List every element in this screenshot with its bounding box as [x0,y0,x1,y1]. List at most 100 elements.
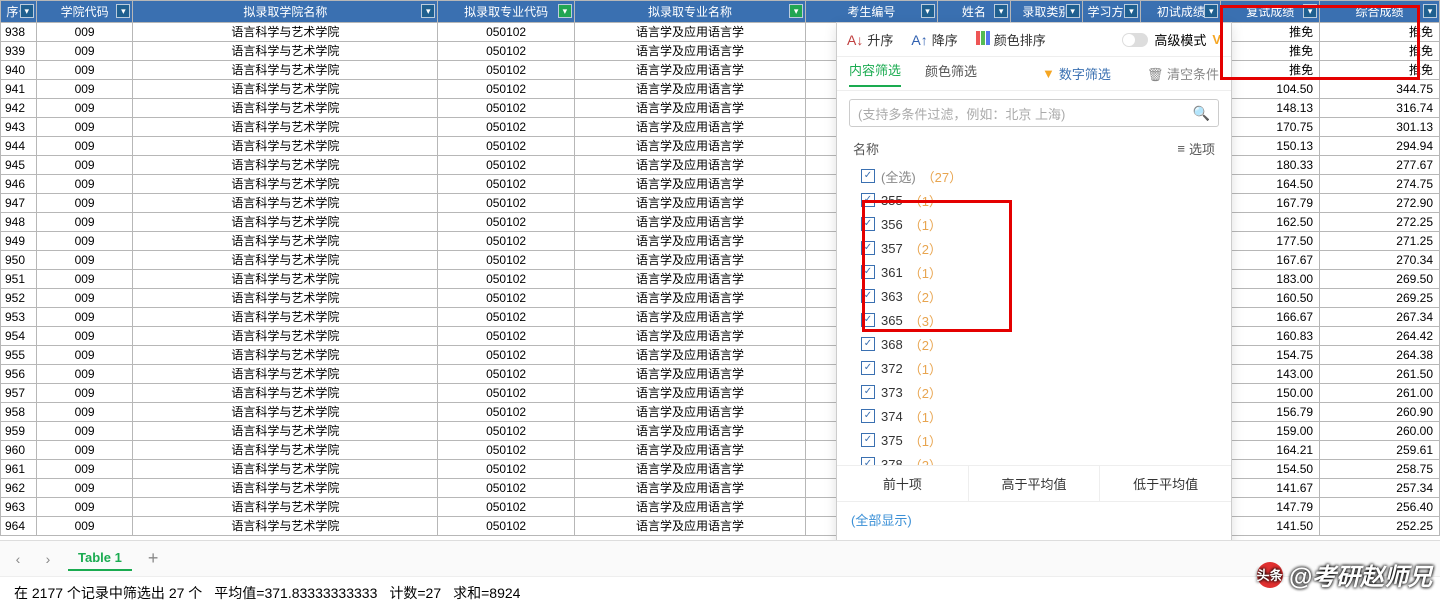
filter-icon[interactable]: ▾ [921,4,935,18]
sort-desc-button[interactable]: A↑ 降序 [911,30,957,49]
tab-color-filter[interactable]: 颜色筛选 [925,61,977,86]
filter-value-item[interactable]: ✓373（2） [861,380,1231,404]
col-header-seq[interactable]: 序号▾ [1,1,37,23]
advanced-mode-toggle[interactable] [1122,33,1148,47]
tab-nav-prev[interactable]: ‹ [8,551,28,567]
cell[interactable]: 语言学及应用语言学 [574,384,805,403]
cell[interactable]: 272.25 [1320,213,1440,232]
filter-value-item[interactable]: ✓374（1） [861,404,1231,428]
filter-value-item[interactable]: ✓(全选)（27） [861,164,1231,188]
cell[interactable]: 009 [36,479,133,498]
tab-nav-next[interactable]: › [38,551,58,567]
checkbox-icon[interactable]: ✓ [861,409,875,423]
cell[interactable]: 009 [36,175,133,194]
cell[interactable]: 264.42 [1320,327,1440,346]
cell[interactable]: 推免 [1320,61,1440,80]
cell[interactable]: 语言科学与艺术学院 [133,23,438,42]
cell[interactable]: 009 [36,23,133,42]
cell[interactable]: 148.13 [1221,99,1320,118]
filter-icon[interactable]: ▾ [20,4,34,18]
cell[interactable]: 009 [36,251,133,270]
cell[interactable]: 951 [1,270,37,289]
cell[interactable]: 294.94 [1320,137,1440,156]
cell[interactable]: 050102 [438,365,575,384]
cell[interactable]: 150.13 [1221,137,1320,156]
cell[interactable]: 959 [1,422,37,441]
cell[interactable]: 语言科学与艺术学院 [133,42,438,61]
cell[interactable]: 050102 [438,327,575,346]
cell[interactable]: 009 [36,289,133,308]
cell[interactable]: 009 [36,498,133,517]
tab-content-filter[interactable]: 内容筛选 [849,60,901,87]
col-header-admission-type[interactable]: 录取类别▾ [1011,1,1082,23]
filter-value-item[interactable]: ✓375（1） [861,428,1231,452]
cell[interactable]: 256.40 [1320,498,1440,517]
cell[interactable]: 语言科学与艺术学院 [133,365,438,384]
sort-asc-button[interactable]: A↓ 升序 [847,30,893,49]
cell[interactable]: 语言科学与艺术学院 [133,422,438,441]
cell[interactable]: 946 [1,175,37,194]
cell[interactable]: 170.75 [1221,118,1320,137]
filter-icon[interactable]: ▾ [116,4,130,18]
cell[interactable]: 050102 [438,346,575,365]
col-header-composite-score[interactable]: 综合成绩▾ [1320,1,1440,23]
cell[interactable]: 语言学及应用语言学 [574,403,805,422]
filter-value-item[interactable]: ✓372（1） [861,356,1231,380]
cell[interactable]: 143.00 [1221,365,1320,384]
checkbox-icon[interactable]: ✓ [861,289,875,303]
cell[interactable]: 050102 [438,232,575,251]
checkbox-icon[interactable]: ✓ [861,433,875,447]
add-sheet-button[interactable]: + [142,548,165,569]
filter-value-item[interactable]: ✓368（2） [861,332,1231,356]
cell[interactable]: 009 [36,232,133,251]
cell[interactable]: 语言学及应用语言学 [574,23,805,42]
cell[interactable]: 938 [1,23,37,42]
cell[interactable]: 955 [1,346,37,365]
cell[interactable]: 语言科学与艺术学院 [133,175,438,194]
cell[interactable]: 语言学及应用语言学 [574,118,805,137]
filter-value-item[interactable]: ✓357（2） [861,236,1231,260]
filter-icon[interactable]: ▾ [994,4,1008,18]
sheet-tab[interactable]: Table 1 [68,546,132,571]
cell[interactable]: 252.25 [1320,517,1440,536]
cell[interactable]: 167.79 [1221,194,1320,213]
cell[interactable]: 语言学及应用语言学 [574,289,805,308]
cell[interactable]: 语言科学与艺术学院 [133,194,438,213]
cell[interactable]: 050102 [438,61,575,80]
cell[interactable]: 948 [1,213,37,232]
cell[interactable]: 009 [36,80,133,99]
cell[interactable]: 947 [1,194,37,213]
checkbox-icon[interactable]: ✓ [861,457,875,465]
cell[interactable]: 344.75 [1320,80,1440,99]
checkbox-icon[interactable]: ✓ [861,169,875,183]
clear-conditions-button[interactable]: 🗑 清空条件 [1147,64,1219,83]
filter-value-item[interactable]: ✓365（3） [861,308,1231,332]
cell[interactable]: 050102 [438,118,575,137]
cell[interactable]: 推免 [1221,42,1320,61]
cell[interactable]: 260.00 [1320,422,1440,441]
cell[interactable]: 050102 [438,422,575,441]
filter-icon[interactable]: ▾ [558,4,572,18]
cell[interactable]: 语言科学与艺术学院 [133,270,438,289]
cell[interactable]: 050102 [438,156,575,175]
cell[interactable]: 语言科学与艺术学院 [133,213,438,232]
checkbox-icon[interactable]: ✓ [861,385,875,399]
cell[interactable]: 050102 [438,479,575,498]
cell[interactable]: 958 [1,403,37,422]
cell[interactable]: 050102 [438,289,575,308]
cell[interactable]: 语言科学与艺术学院 [133,61,438,80]
cell[interactable]: 语言学及应用语言学 [574,251,805,270]
cell[interactable]: 961 [1,460,37,479]
cell[interactable]: 语言学及应用语言学 [574,61,805,80]
cell[interactable]: 943 [1,118,37,137]
cell[interactable]: 050102 [438,99,575,118]
cell[interactable]: 语言科学与艺术学院 [133,156,438,175]
cell[interactable]: 147.79 [1221,498,1320,517]
filter-icon[interactable]: ▾ [1423,4,1437,18]
cell[interactable]: 274.75 [1320,175,1440,194]
checkbox-icon[interactable]: ✓ [861,241,875,255]
cell[interactable]: 939 [1,42,37,61]
cell[interactable]: 语言科学与艺术学院 [133,308,438,327]
col-header-initial-score[interactable]: 初试成绩▾ [1141,1,1221,23]
cell[interactable]: 050102 [438,23,575,42]
